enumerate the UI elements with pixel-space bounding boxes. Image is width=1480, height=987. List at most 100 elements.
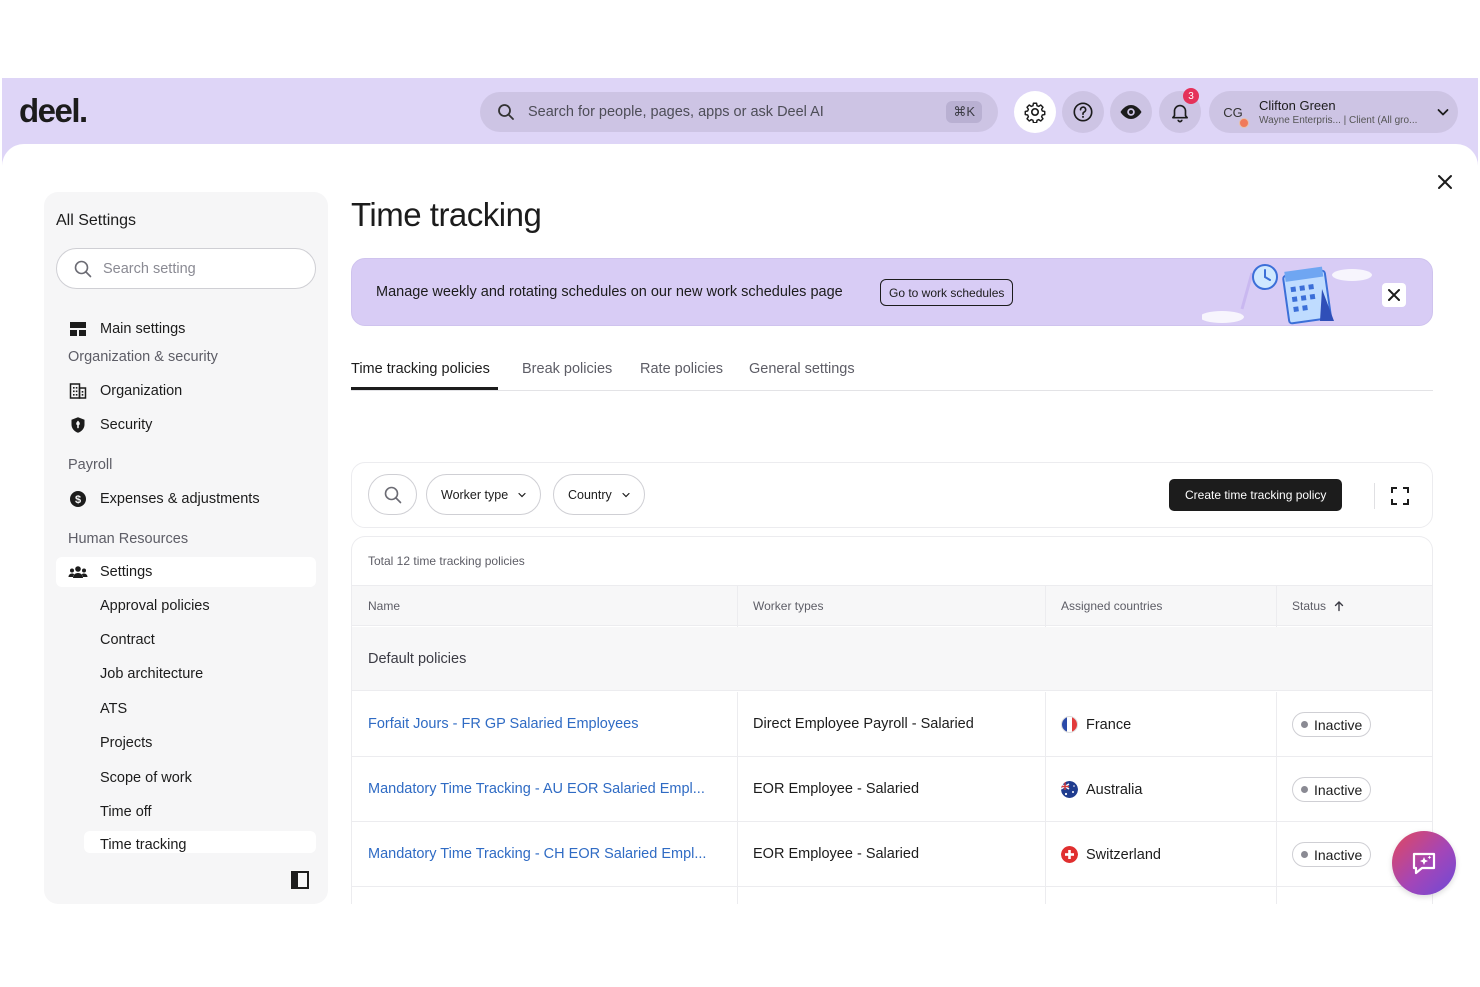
sidebar-collapse-icon[interactable] <box>290 870 310 890</box>
help-button[interactable] <box>1062 91 1104 133</box>
table-search-button[interactable] <box>368 474 417 515</box>
policy-name-link[interactable]: Mandatory Time Tracking - AU EOR Salarie… <box>368 781 705 797</box>
table-row[interactable]: Mandatory Time Tracking - AU EOR Salarie… <box>352 757 1432 822</box>
sidebar-title: All Settings <box>56 212 137 229</box>
search-icon <box>498 104 514 120</box>
column-divider <box>1045 692 1046 757</box>
worker-type-cell: EOR Employee - Salaried <box>753 846 920 862</box>
page-title: Time tracking <box>351 196 542 233</box>
policies-table: Total 12 time tracking policies Name Wor… <box>351 536 1433 904</box>
status-label: Inactive <box>1314 716 1363 733</box>
close-icon[interactable] <box>1435 172 1455 192</box>
sidebar-subitem-scope-of-work[interactable]: Scope of work <box>100 770 192 786</box>
sidebar-subitem-projects[interactable]: Projects <box>100 735 152 751</box>
country-name: France <box>1086 716 1132 733</box>
sidebar-item-organization[interactable]: Organization <box>56 376 316 406</box>
country-cell: France <box>1061 716 1131 733</box>
column-header-status[interactable]: Status <box>1292 599 1345 613</box>
status-badge: Inactive <box>1292 777 1372 802</box>
column-divider <box>737 822 738 887</box>
policy-name-link[interactable]: Mandatory Time Tracking - CH EOR Salarie… <box>368 846 706 862</box>
status-dot <box>1301 786 1308 793</box>
toolbar-divider <box>1374 483 1375 509</box>
country-cell: Australia <box>1061 781 1142 798</box>
sidebar-item-label: Security <box>100 417 153 433</box>
global-search[interactable]: Search for people, pages, apps or ask De… <box>480 92 998 132</box>
table-row[interactable]: Forfait Jours - FR GP Salaried Employees… <box>352 692 1432 757</box>
tab-general-settings[interactable]: General settings <box>749 361 855 377</box>
table-row[interactable]: Mandatory Time Tracking - CH EOR Salarie… <box>352 822 1432 887</box>
settings-button[interactable] <box>1014 91 1056 133</box>
svg-text:$: $ <box>75 494 81 506</box>
status-label: Inactive <box>1314 781 1363 798</box>
user-name: Clifton Green <box>1259 98 1336 113</box>
total-count: Total 12 time tracking policies <box>368 554 525 568</box>
avatar-initials: CG <box>1223 104 1243 120</box>
app-window: deel. Search for people, pages, apps or … <box>2 78 1478 904</box>
search-icon <box>384 486 401 503</box>
calendar-clock-illustration <box>1202 264 1372 325</box>
banner-close-button[interactable] <box>1382 283 1406 307</box>
notifications-button[interactable]: 3 <box>1159 88 1201 133</box>
column-divider <box>737 692 738 757</box>
chevron-down-icon <box>622 492 630 497</box>
expand-icon[interactable] <box>1390 486 1410 506</box>
sidebar-group-org-security: Organization & security <box>68 349 218 365</box>
policy-name-link[interactable]: Forfait Jours - FR GP Salaried Employees <box>368 716 639 732</box>
tab-rate-policies[interactable]: Rate policies <box>640 361 723 377</box>
status-badge: Inactive <box>1292 712 1372 737</box>
country-name: Australia <box>1086 781 1143 798</box>
switzerland-flag-icon <box>1061 846 1078 863</box>
filter-label: Country <box>568 487 612 502</box>
sidebar-subitem-time-tracking[interactable]: Time tracking <box>84 831 316 853</box>
column-header-countries[interactable]: Assigned countries <box>1061 599 1162 613</box>
go-to-work-schedules-button[interactable]: Go to work schedules <box>880 279 1014 306</box>
worker-type-filter[interactable]: Worker type <box>426 474 542 515</box>
setting-search-input[interactable]: Search setting <box>56 248 316 289</box>
column-divider <box>737 887 738 904</box>
sidebar-subitem-time-off[interactable]: Time off <box>100 804 152 820</box>
eye-icon <box>1120 105 1142 119</box>
column-header-worker-types[interactable]: Worker types <box>753 599 823 613</box>
sidebar-item-settings[interactable]: Settings <box>56 557 316 587</box>
sidebar-subitem-approval-policies[interactable]: Approval policies <box>100 598 210 614</box>
create-time-tracking-policy-button[interactable]: Create time tracking policy <box>1169 479 1343 511</box>
building-icon <box>68 381 88 401</box>
settings-sidebar: All Settings Search setting Main setting… <box>44 192 328 904</box>
avatar: CG <box>1217 96 1249 128</box>
view-as-button[interactable] <box>1110 91 1152 133</box>
sidebar-item-expenses[interactable]: $ Expenses & adjustments <box>56 484 316 514</box>
tab-time-tracking-policies[interactable]: Time tracking policies <box>351 361 490 377</box>
deel-ai-chat-button[interactable] <box>1392 831 1456 895</box>
status-dot <box>1301 721 1308 728</box>
sidebar-item-main-settings[interactable]: Main settings <box>56 314 316 344</box>
sidebar-subitem-job-architecture[interactable]: Job architecture <box>100 666 203 682</box>
chevron-down-icon <box>1437 109 1449 116</box>
shield-icon <box>68 415 88 435</box>
sidebar-item-security[interactable]: Security <box>56 410 316 440</box>
sidebar-item-label: Expenses & adjustments <box>100 491 260 507</box>
banner-text: Manage weekly and rotating schedules on … <box>376 284 843 300</box>
table-row[interactable] <box>352 887 1432 904</box>
column-divider <box>1276 692 1277 757</box>
deel-logo[interactable]: deel. <box>19 92 88 130</box>
search-icon <box>74 260 92 277</box>
sidebar-subitem-ats[interactable]: ATS <box>100 701 127 717</box>
user-role: Wayne Enterpris... | Client (All gro... <box>1259 115 1418 126</box>
group-row-default-policies: Default policies <box>352 627 1432 691</box>
bell-icon <box>1172 104 1188 123</box>
column-divider <box>1045 887 1046 904</box>
notification-badge: 3 <box>1183 88 1199 104</box>
filter-label: Worker type <box>441 487 509 502</box>
country-cell: Switzerland <box>1061 846 1161 863</box>
sidebar-subitem-contract[interactable]: Contract <box>100 632 155 648</box>
tab-break-policies[interactable]: Break policies <box>522 361 612 377</box>
people-icon <box>68 562 88 582</box>
user-info: Clifton Green Wayne Enterpris... | Clien… <box>1259 98 1436 126</box>
country-filter[interactable]: Country <box>553 474 645 515</box>
settings-panel: All Settings Search setting Main setting… <box>2 144 1478 904</box>
user-menu[interactable]: CG Clifton Green Wayne Enterpris... | Cl… <box>1209 91 1458 133</box>
column-header-label: Status <box>1292 599 1327 613</box>
column-header-name[interactable]: Name <box>368 599 400 613</box>
column-divider <box>737 757 738 822</box>
